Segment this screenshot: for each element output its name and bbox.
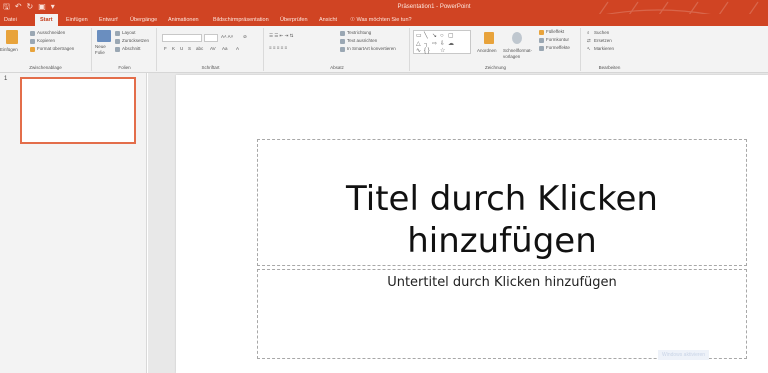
new-slide-button[interactable]: Neue Folie — [95, 44, 115, 56]
arrow-right-shape-icon[interactable]: ⇨ — [432, 41, 437, 47]
ribbon-tabs: Datei Start Einfügen Entwurf Übergänge A… — [0, 14, 768, 26]
arrow-shape-icon[interactable]: ↘ — [432, 33, 437, 39]
tab-design[interactable]: Entwurf — [99, 14, 118, 26]
shadow-icon[interactable]: S — [188, 46, 191, 52]
slide-thumbnail[interactable] — [20, 77, 136, 144]
replace-icon: ⇄ — [587, 38, 591, 43]
group-font: A˄ A˅ ⊘ F K U S abc AV Aa A Schriftart — [158, 28, 264, 71]
italic-icon[interactable]: K — [172, 46, 175, 52]
tab-start[interactable]: Start — [35, 14, 58, 26]
lightbulb-icon: ☉ — [350, 17, 355, 23]
strikethrough-icon[interactable]: abc — [196, 46, 203, 52]
oval-shape-icon[interactable]: ○ — [440, 33, 444, 39]
group-label-paragraph: Absatz — [330, 65, 344, 70]
outline-button[interactable]: Formkontur — [546, 37, 569, 43]
layout-button[interactable]: Layout — [122, 30, 136, 36]
group-slides: Neue Folie Layout Zurücksetzen Abschnitt… — [93, 28, 157, 71]
copy-button[interactable]: Kopieren — [37, 38, 55, 44]
paste-icon[interactable] — [6, 30, 18, 44]
text-direction-icon — [340, 31, 345, 36]
arrow-down-shape-icon[interactable]: ⇩ — [440, 41, 445, 47]
brace-shape-icon[interactable]: { } — [424, 48, 430, 54]
align-text-icon — [340, 39, 345, 44]
fill-icon — [539, 30, 544, 35]
bold-icon[interactable]: F — [164, 46, 167, 52]
title-placeholder[interactable]: Titel durch Klicken hinzufügen — [257, 139, 747, 266]
align-icon[interactable]: ≡ ≡ ≡ ≡ ≡ — [269, 45, 287, 51]
tab-transitions[interactable]: Übergänge — [130, 14, 157, 26]
underline-icon[interactable]: U — [180, 46, 183, 52]
line-shape-icon[interactable]: ╲ — [424, 33, 428, 39]
callout-shape-icon[interactable]: ☁ — [448, 41, 454, 47]
replace-button[interactable]: Ersetzen — [594, 38, 612, 44]
font-size-dropdown[interactable] — [204, 34, 218, 42]
effects-button[interactable]: Formeffekte — [546, 45, 570, 51]
title-bar: 🖫 ↶ ↻ ▣ ▾ Präsentation1 - PowerPoint — [0, 0, 768, 61]
font-name-dropdown[interactable] — [162, 34, 202, 42]
arrange-button[interactable]: Anordnen — [477, 48, 497, 54]
cut-button[interactable]: Ausschneiden — [37, 30, 65, 36]
find-icon: ⌕ — [587, 30, 590, 35]
subtitle-placeholder[interactable]: Untertitel durch Klicken hinzufügen — [257, 269, 747, 359]
rounded-rect-shape-icon[interactable]: ▢ — [448, 33, 454, 39]
tell-me-search[interactable]: ☉ Was möchten Sie tun? — [350, 14, 412, 26]
group-paragraph: ☰ ☰ ⇤ ⇥ ⇅ ≡ ≡ ≡ ≡ ≡ Textrichtung Text au… — [265, 28, 410, 71]
group-label-clipboard: Zwischenablage — [29, 65, 62, 70]
change-case-icon[interactable]: Aa — [222, 46, 228, 52]
ribbon: Einfügen Ausschneiden Kopieren Format üb… — [0, 26, 768, 73]
clear-format-icon[interactable]: ⊘ — [243, 34, 247, 40]
grow-font-icon[interactable]: A˄ A˅ — [221, 34, 233, 40]
copy-icon — [30, 39, 35, 44]
tab-slideshow[interactable]: Bildschirmpräsentation — [213, 14, 269, 26]
triangle-shape-icon[interactable]: △ — [416, 41, 421, 47]
outline-icon — [539, 38, 544, 43]
slide-number: 1 — [4, 76, 8, 82]
star-shape-icon[interactable]: ☆ — [440, 48, 445, 54]
effects-icon — [539, 46, 544, 51]
tab-view[interactable]: Ansicht — [319, 14, 337, 26]
subtitle-placeholder-text: Untertitel durch Klicken hinzufügen — [387, 275, 617, 290]
curve-shape-icon[interactable]: ∿ — [416, 48, 421, 54]
activation-watermark: Windows aktivieren — [658, 350, 710, 360]
select-button[interactable]: Markieren — [594, 46, 614, 52]
font-color-icon[interactable]: A — [236, 46, 239, 52]
tell-me-label: Was möchten Sie tun? — [356, 17, 412, 23]
shapes-gallery[interactable]: ▭ ╲ ↘ ○ ▢ △ ┐ ⇨ ⇩ ☁ ∿ { } ☆ — [413, 30, 471, 54]
reset-icon — [115, 39, 120, 44]
text-direction-button[interactable]: Textrichtung — [347, 30, 371, 36]
group-label-editing: Bearbeiten — [598, 65, 621, 70]
group-editing: ⌕ Suchen ⇄ Ersetzen ↖ Markieren Bearbeit… — [582, 28, 637, 71]
bullets-icon[interactable]: ☰ ☰ ⇤ ⇥ ⇅ — [269, 33, 293, 39]
smartart-icon — [340, 47, 345, 52]
rectangle-shape-icon[interactable]: ▭ — [416, 33, 422, 39]
align-text-button[interactable]: Text ausrichten — [347, 38, 377, 44]
char-spacing-icon[interactable]: AV — [210, 46, 216, 52]
group-label-slides: Folien — [118, 65, 131, 70]
group-label-font: Schriftart — [201, 65, 220, 70]
layout-icon — [115, 31, 120, 36]
section-button[interactable]: Abschnitt — [122, 46, 141, 52]
arrange-icon[interactable] — [484, 32, 494, 44]
tab-file[interactable]: Datei — [4, 14, 17, 26]
fill-button[interactable]: Fülleffekt — [546, 29, 564, 35]
section-icon — [115, 47, 120, 52]
select-icon: ↖ — [587, 46, 591, 51]
tab-animations[interactable]: Animationen — [168, 14, 199, 26]
quick-styles-icon[interactable] — [512, 32, 522, 44]
cut-icon — [30, 31, 35, 36]
reset-button[interactable]: Zurücksetzen — [122, 38, 149, 44]
new-slide-icon[interactable] — [97, 30, 111, 42]
paste-button[interactable]: Einfügen — [0, 47, 18, 53]
tab-insert[interactable]: Einfügen — [66, 14, 88, 26]
elbow-shape-icon[interactable]: ┐ — [424, 41, 428, 47]
format-painter-button[interactable]: Format übertragen — [37, 46, 74, 52]
quick-styles-button[interactable]: Schnellformat-vorlagen — [503, 48, 537, 60]
title-placeholder-text: Titel durch Klicken hinzufügen — [346, 179, 658, 261]
group-label-drawing: Zeichnung — [484, 65, 506, 70]
group-clipboard: Einfügen Ausschneiden Kopieren Format üb… — [0, 28, 92, 71]
find-button[interactable]: Suchen — [594, 30, 609, 36]
tab-review[interactable]: Überprüfen — [280, 14, 308, 26]
format-painter-icon — [30, 47, 35, 52]
smartart-button[interactable]: In SmartArt konvertieren — [347, 46, 396, 52]
